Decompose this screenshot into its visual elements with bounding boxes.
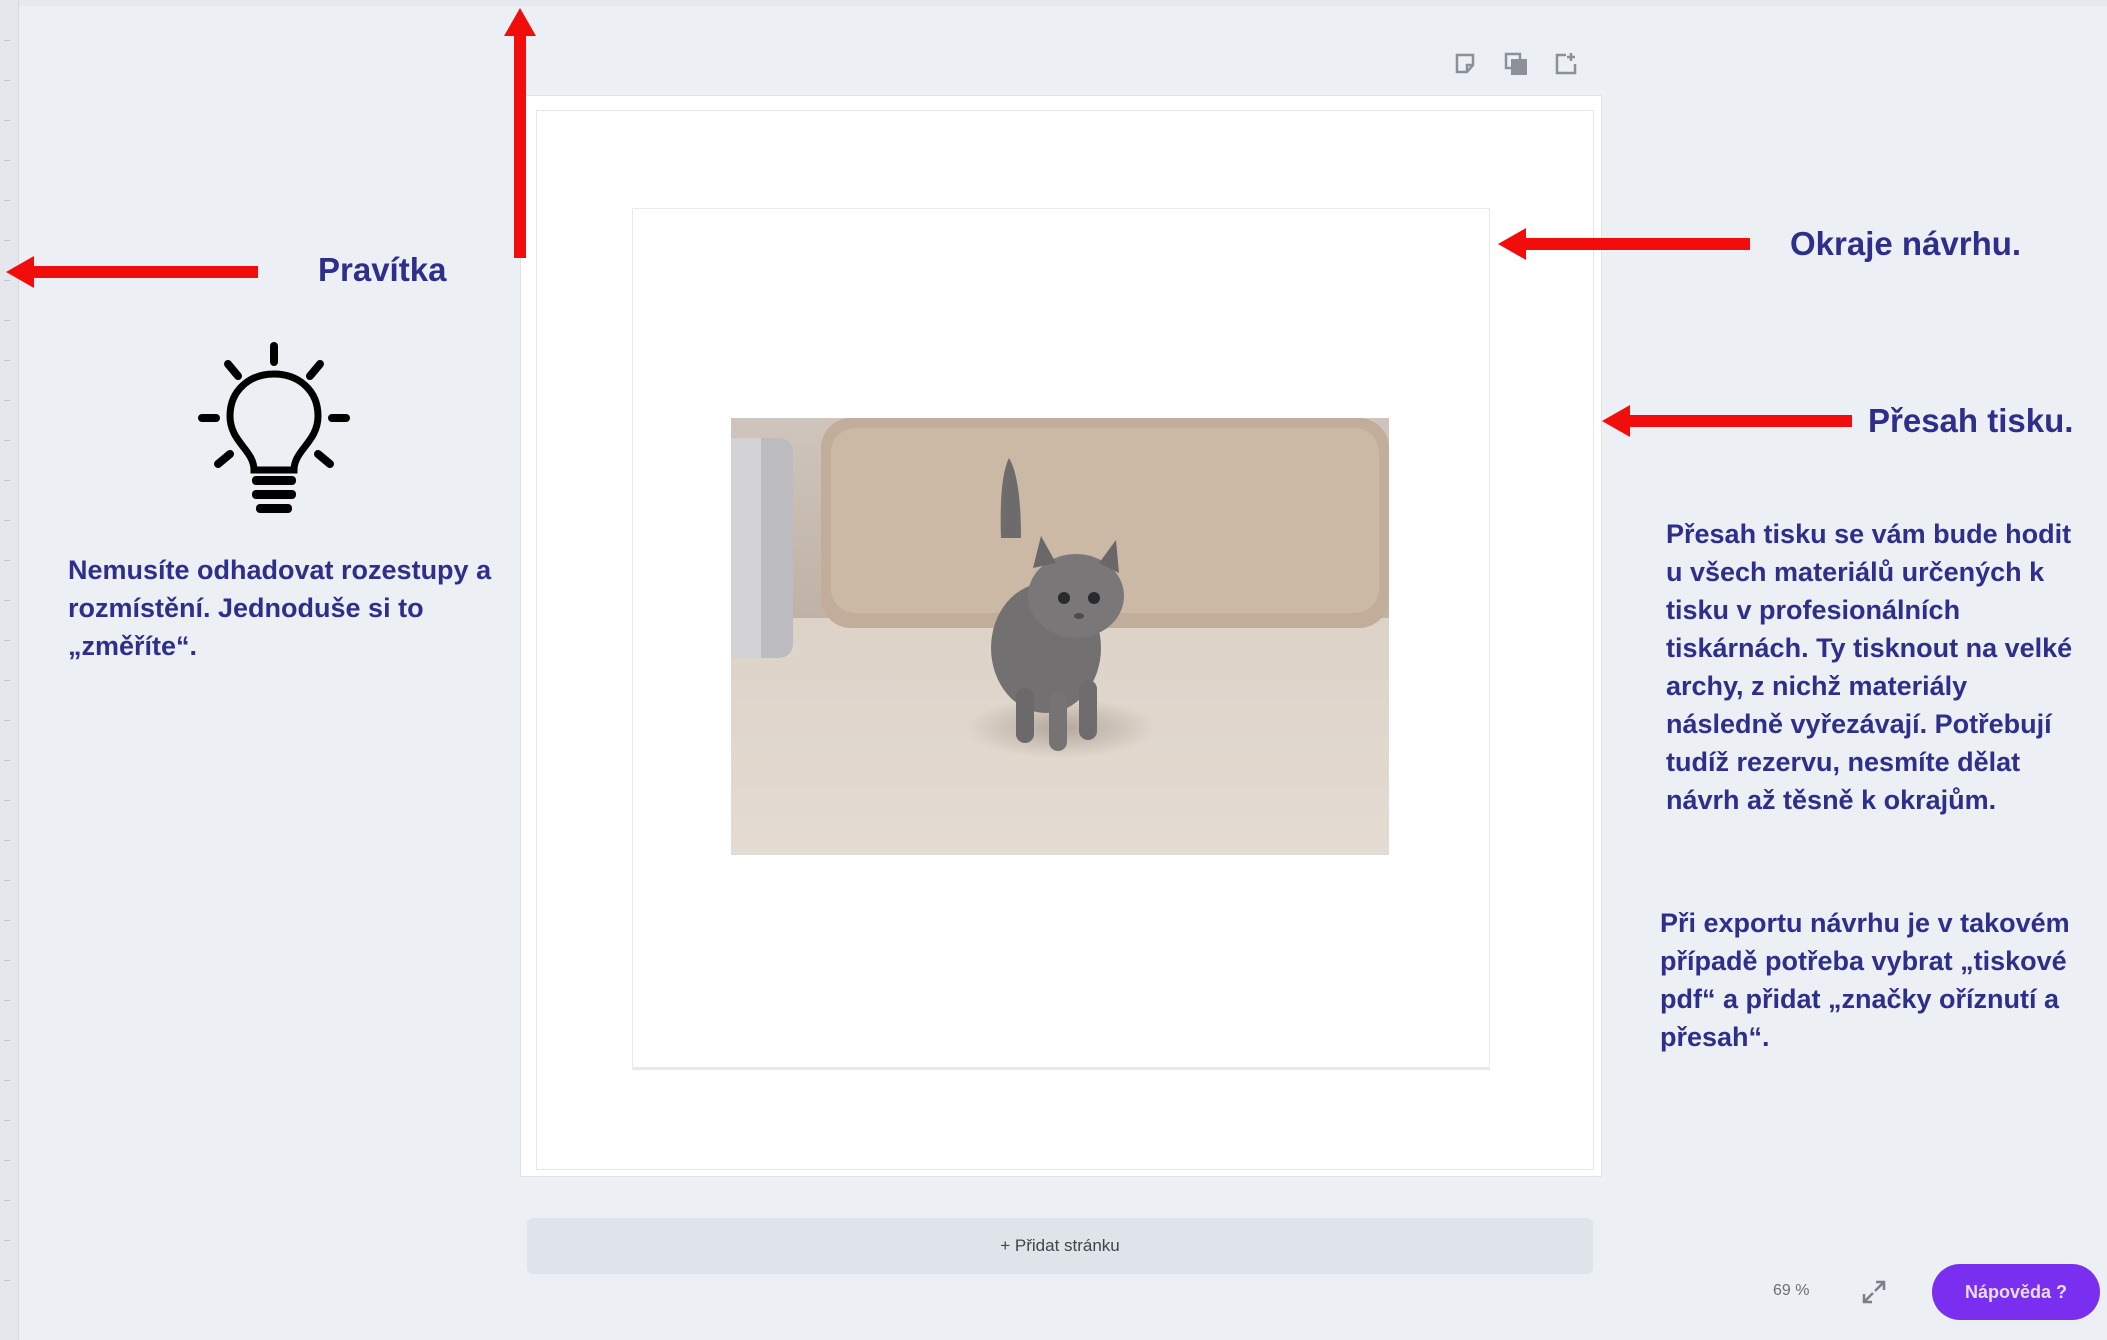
kitten-photo[interactable] <box>731 418 1389 855</box>
lightbulb-icon <box>198 342 350 513</box>
fullscreen-icon[interactable] <box>1860 1278 1888 1306</box>
arrow-to-margins <box>1498 228 1750 260</box>
help-button[interactable]: Nápověda ? <box>1932 1264 2100 1320</box>
top-ruler[interactable] <box>18 0 2107 6</box>
kitten-image <box>731 418 1389 855</box>
tip-text: Nemusíte odhadovat rozestupy a rozmístěn… <box>68 555 492 661</box>
zoom-level[interactable]: 69 % <box>1773 1282 1809 1300</box>
design-margins-label: Okraje návrhu. <box>1790 225 2022 262</box>
arrow-to-bleed <box>1602 405 1852 437</box>
page-toolbar <box>1452 50 1580 78</box>
add-page-button[interactable]: + Přidat stránku <box>527 1218 1593 1274</box>
export-note-text: Při exportu návrhu je v takovém případě … <box>1660 908 2070 1052</box>
rulers-label: Pravítka <box>318 251 447 288</box>
note-icon[interactable] <box>1452 50 1480 78</box>
add-page-icon[interactable] <box>1552 50 1580 78</box>
duplicate-icon[interactable] <box>1502 50 1530 78</box>
left-ruler[interactable] <box>0 0 19 1340</box>
arrow-to-top-ruler <box>504 8 536 258</box>
bleed-label: Přesah tisku. <box>1868 402 2074 439</box>
bleed-explanation-text: Přesah tisku se vám bude hodit u všech m… <box>1666 519 2073 815</box>
arrow-to-left-ruler <box>6 256 258 288</box>
